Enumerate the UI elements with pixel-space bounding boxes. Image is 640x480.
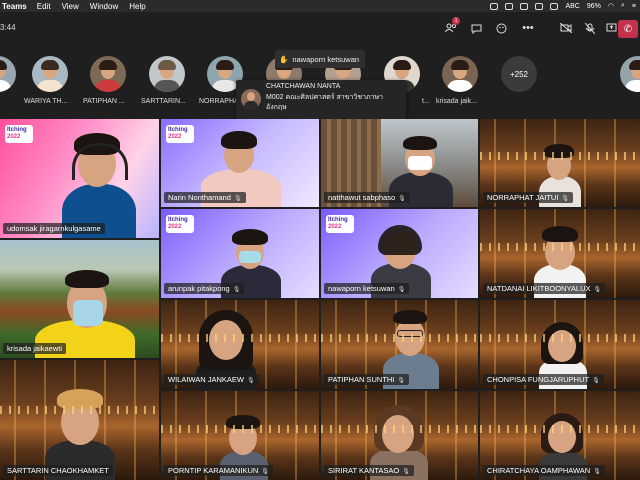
participant-label: Narin Nonthamand 🎙 (164, 192, 246, 203)
mic-off-icon[interactable] (582, 20, 598, 36)
participant-label: SARTTARIN CHAOKHAMKET (3, 465, 113, 476)
tray-app-icon[interactable] (550, 2, 559, 10)
system-tray: ABC 96% ◠ ⌕ ≡ (490, 0, 636, 12)
app-menu[interactable]: Teams (2, 2, 27, 11)
raised-hand-icon: ✋ (279, 54, 289, 64)
participant-name: SARTTARIN... (141, 98, 186, 105)
video-tile[interactable]: Itching 2022 udomsak jiragarnkulgasame (0, 119, 159, 238)
participant-label: natthawut sabphaso 🎙 (324, 192, 410, 203)
participant-label: arunpak pitakpong 🎙 (164, 283, 245, 294)
mic-off-icon: 🎙 (398, 196, 406, 202)
video-tile[interactable]: Itching 2022 nawaporn ketsuwan 🎙 (321, 209, 478, 298)
video-grid: Itching 2022 udomsak jiragarnkulgasame It… (0, 119, 640, 480)
participant-label: nawaporn ketsuwan 🎙 (324, 283, 410, 294)
event-logo: Itching 2022 (166, 215, 194, 233)
video-tile[interactable]: Itching 2022 arunpak pitakpong 🎙 (161, 209, 319, 298)
control-center-icon[interactable]: ≡ (632, 3, 636, 10)
participant-label: CHIRATCHAYA OAMPHAWAN 🎙 (483, 465, 605, 476)
menu-help[interactable]: Help (129, 2, 145, 11)
mic-off-icon: 🎙 (593, 469, 601, 475)
more-icon[interactable]: ••• (520, 20, 536, 36)
video-tile[interactable]: SARTTARIN CHAOKHAMKET (0, 360, 159, 480)
participant-label: udomsak jiragarnkulgasame (3, 223, 105, 234)
participant-name: t... (422, 98, 430, 105)
participant-label: WILAIWAN JANKAEW 🎙 (164, 374, 259, 385)
video-tile[interactable]: PORNTIP KARAMANIKUN 🎙 (161, 391, 319, 480)
reactions-icon[interactable] (493, 20, 509, 36)
mic-off-icon: 🎙 (561, 196, 570, 202)
video-tile[interactable]: NATDANAI LIKITBOONYALUX 🎙 (480, 209, 640, 298)
avatar[interactable] (0, 56, 16, 92)
leave-button[interactable]: ✆ (618, 20, 638, 38)
meeting-timer: 3:44 (0, 23, 16, 32)
video-tile[interactable]: Itching 2022 Narin Nonthamand 🎙 (161, 119, 319, 207)
mic-off-icon: 🎙 (397, 378, 406, 384)
avatar[interactable] (90, 56, 126, 92)
video-tile[interactable]: CHONPISA FUNGJARUPHUT 🎙 (480, 300, 640, 389)
leave-icon: ✆ (623, 23, 633, 35)
camera-off-icon[interactable] (558, 20, 574, 36)
hover-card-name: CHATCHAWAN NANTA (266, 83, 341, 90)
video-tile[interactable]: CHIRATCHAYA OAMPHAWAN 🎙 (480, 391, 640, 480)
meeting-toolbar: 3:44 1 ••• ✆ (0, 12, 640, 46)
wifi-icon[interactable]: ◠ (608, 2, 614, 10)
search-icon[interactable]: ⌕ (621, 2, 625, 10)
participant-label: CHONPISA FUNGJARUPHUT 🎙 (483, 374, 604, 385)
video-tile[interactable]: WILAIWAN JANKAEW 🎙 (161, 300, 319, 389)
video-tile[interactable]: SIRIRAT KANTASAO 🎙 (321, 391, 478, 480)
hover-card-description: M002 คณะศิลปศาสตร์ สาขาวิชาภาษาอังกฤษ (266, 94, 384, 111)
avatar[interactable] (620, 56, 640, 92)
participant-label: SIRIRAT KANTASAO 🎙 (324, 465, 414, 476)
menu-view[interactable]: View (62, 2, 79, 11)
participant-name: krisada jaik... (436, 98, 477, 105)
more-count: +252 (509, 69, 529, 79)
participant-label: PORNTIP KARAMANIKUN 🎙 (164, 465, 273, 476)
mic-off-icon: 🎙 (233, 196, 242, 202)
more-participants-button[interactable]: +252 (501, 56, 537, 92)
mic-off-icon: 🎙 (593, 287, 602, 293)
participant-label: NORRAPHAT JAITUI 🎙 (483, 192, 574, 203)
raised-hand-tooltip: ✋ nawaporn ketsuwan (275, 50, 366, 68)
menu-edit[interactable]: Edit (37, 2, 51, 11)
menu-window[interactable]: Window (90, 2, 118, 11)
avatar[interactable] (442, 56, 478, 92)
mic-off-icon: 🎙 (397, 287, 406, 293)
mic-off-icon: 🎙 (592, 378, 600, 384)
video-tile[interactable]: PATIPHAN SUNTHI 🎙 (321, 300, 478, 389)
hover-card-avatar (241, 89, 261, 109)
mic-off-icon: 🎙 (261, 469, 269, 475)
input-source[interactable]: ABC (565, 3, 579, 10)
people-badge: 1 (452, 17, 460, 25)
video-tile[interactable]: krisada jaikaewti (0, 240, 159, 358)
participant-name: PATIPHAN ... (83, 98, 125, 105)
avatar[interactable] (149, 56, 185, 92)
battery-percent[interactable]: 96% (587, 3, 601, 10)
event-logo: Itching 2022 (5, 125, 33, 143)
video-tile[interactable]: NORRAPHAT JAITUI 🎙 (480, 119, 640, 207)
tray-app-icon[interactable] (535, 2, 544, 10)
participant-hover-card: CHATCHAWAN NANTA M002 คณะศิลปศาสตร์ สาขา… (236, 80, 406, 120)
video-tile[interactable]: natthawut sabphaso 🎙 (321, 119, 478, 207)
participant-label: NATDANAI LIKITBOONYALUX 🎙 (483, 283, 606, 294)
participant-label: krisada jaikaewti (3, 343, 67, 354)
people-icon[interactable]: 1 (443, 17, 460, 36)
mic-off-icon: 🎙 (402, 469, 410, 475)
event-logo: Itching 2022 (166, 125, 194, 143)
participant-video (60, 129, 140, 238)
participant-label: PATIPHAN SUNTHI 🎙 (324, 374, 410, 385)
mic-off-icon: 🎙 (232, 287, 241, 293)
tray-app-icon[interactable] (505, 2, 514, 10)
chat-icon[interactable] (468, 20, 484, 36)
raised-hand-name: nawaporn ketsuwan (292, 54, 360, 64)
tray-app-icon[interactable] (490, 2, 499, 10)
share-icon[interactable] (603, 20, 619, 36)
mic-off-icon: 🎙 (246, 378, 255, 384)
event-logo: Itching 2022 (326, 215, 354, 233)
tray-app-icon[interactable] (520, 2, 529, 10)
menu-bar: Teams Edit View Window Help ABC 96% ◠ ⌕ … (0, 0, 640, 12)
participant-name: WARIYA TH... (24, 98, 68, 105)
avatar[interactable] (32, 56, 68, 92)
